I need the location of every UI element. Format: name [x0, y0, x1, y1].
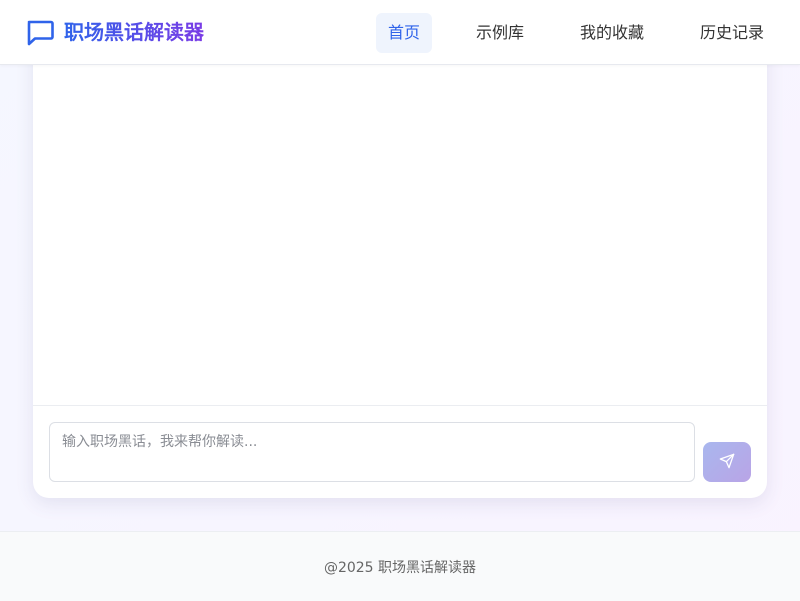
top-navbar: 职场黑话解读器 首页 示例库 我的收藏 历史记录 — [0, 0, 800, 65]
chat-card — [33, 30, 767, 498]
message-input[interactable] — [49, 422, 695, 482]
nav-examples[interactable]: 示例库 — [468, 13, 532, 53]
chat-bubble-icon[interactable] — [25, 17, 55, 47]
send-button[interactable] — [703, 442, 751, 482]
send-icon — [719, 453, 735, 472]
divider — [33, 405, 767, 406]
nav-favorites[interactable]: 我的收藏 — [572, 13, 652, 53]
nav-home[interactable]: 首页 — [376, 13, 432, 53]
nav-history[interactable]: 历史记录 — [692, 13, 772, 53]
copyright-text: @2025 职场黑话解读器 — [323, 560, 477, 576]
footer: @2025 职场黑话解读器 — [0, 531, 800, 601]
app-title[interactable]: 职场黑话解读器 — [64, 17, 204, 47]
